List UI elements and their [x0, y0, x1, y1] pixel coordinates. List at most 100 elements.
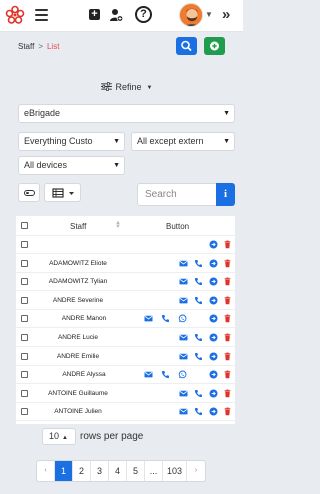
refine-toggle[interactable]: Refine ▼	[18, 78, 235, 96]
page-button-5[interactable]: 5	[127, 461, 145, 481]
exclusion-select[interactable]: All except extern ▼	[131, 132, 235, 151]
page-ellipsis[interactable]: ...	[145, 461, 163, 481]
select-all-checkbox[interactable]	[21, 222, 28, 229]
trash-icon[interactable]	[223, 389, 232, 398]
devices-select[interactable]: All devices ▼	[18, 156, 125, 175]
user-menu[interactable]: ▼	[179, 3, 216, 29]
table-row[interactable]: ANDRE Alyssa	[16, 366, 235, 385]
prev-page-button[interactable]: ‹	[37, 461, 55, 481]
email-icon[interactable]	[179, 389, 188, 398]
next-page-button[interactable]: ›	[187, 461, 205, 481]
add-staff-button[interactable]	[204, 37, 225, 55]
toggle-icon	[24, 190, 35, 196]
page-button-2[interactable]: 2	[73, 461, 91, 481]
phone-icon[interactable]	[194, 333, 203, 342]
open-arrow-icon[interactable]	[209, 240, 218, 249]
expand-icon[interactable]: »	[222, 6, 230, 23]
search-input[interactable]	[137, 183, 217, 206]
table-row[interactable]: ANTOINE Guillaume	[16, 385, 235, 403]
email-icon[interactable]	[179, 296, 188, 305]
phone-icon[interactable]	[194, 389, 203, 398]
staff-name[interactable]: ANDRE Manon	[24, 315, 144, 322]
email-icon[interactable]	[179, 407, 188, 416]
phone-icon[interactable]	[194, 277, 203, 286]
phone-icon[interactable]	[194, 352, 203, 361]
phone-icon[interactable]	[161, 370, 170, 379]
table-row[interactable]: ADAMOWITZ Eliote	[16, 255, 235, 273]
trash-icon[interactable]	[223, 296, 232, 305]
columns-button[interactable]	[44, 183, 81, 202]
page-button-103[interactable]: 103	[163, 461, 188, 481]
phone-icon[interactable]	[194, 259, 203, 268]
refine-label: Refine	[115, 82, 142, 92]
trash-icon[interactable]	[223, 370, 232, 379]
trash-icon[interactable]	[223, 240, 232, 249]
whatsapp-icon[interactable]	[178, 370, 187, 379]
row-checkbox[interactable]	[21, 241, 28, 248]
table-row[interactable]: ADAMOWITZ Tylian	[16, 273, 235, 292]
whatsapp-icon[interactable]	[178, 314, 187, 323]
page-button-4[interactable]: 4	[109, 461, 127, 481]
trash-icon[interactable]	[223, 259, 232, 268]
plus-square-icon[interactable]: +	[89, 9, 100, 20]
hamburger-icon[interactable]	[35, 9, 48, 21]
user-plus-icon[interactable]	[109, 8, 123, 22]
section-select-value: eBrigade	[24, 108, 61, 118]
sort-icon[interactable]: ▲ ▼	[115, 220, 121, 230]
open-arrow-icon[interactable]	[209, 296, 218, 305]
search-button[interactable]	[176, 37, 197, 55]
staff-name[interactable]: ADAMOWITZ Eliote	[18, 260, 138, 267]
trash-icon[interactable]	[223, 277, 232, 286]
staff-name[interactable]: ANDRE Lucie	[18, 334, 138, 341]
trash-icon[interactable]	[223, 333, 232, 342]
phone-icon[interactable]	[161, 314, 170, 323]
section-select[interactable]: eBrigade ▼	[18, 104, 235, 123]
info-button[interactable]: i	[216, 183, 235, 206]
staff-name[interactable]: ANTOINE Julien	[18, 408, 138, 415]
open-arrow-icon[interactable]	[209, 407, 218, 416]
staff-name[interactable]: ADAMOWITZ Tylian	[18, 278, 138, 285]
open-arrow-icon[interactable]	[209, 333, 218, 342]
staff-name[interactable]: ANDRE Alyssa	[24, 371, 144, 378]
open-arrow-icon[interactable]	[209, 277, 218, 286]
table-columns-icon	[52, 188, 74, 198]
column-header-staff[interactable]: Staff	[70, 222, 86, 231]
email-icon[interactable]	[179, 277, 188, 286]
page-button-1[interactable]: 1	[55, 461, 73, 481]
toggle-view-button[interactable]	[18, 183, 40, 202]
table-row[interactable]: ANTOINE Julien	[16, 403, 235, 422]
trash-icon[interactable]	[223, 352, 232, 361]
email-icon[interactable]	[144, 314, 153, 323]
table-row[interactable]: ANDRE Lucie	[16, 329, 235, 347]
trash-icon[interactable]	[223, 314, 232, 323]
trash-icon[interactable]	[223, 407, 232, 416]
chevron-down-icon[interactable]: ▼	[205, 10, 213, 19]
column-header-button: Button	[166, 222, 190, 231]
staff-name[interactable]: ANTOINE Guillaume	[18, 390, 138, 397]
rows-per-page-select[interactable]: 10 ▲	[42, 428, 76, 445]
ebrigade-logo-icon[interactable]	[5, 5, 25, 25]
open-arrow-icon[interactable]	[209, 259, 218, 268]
avatar[interactable]	[179, 3, 203, 27]
staff-name[interactable]: ANDRE Severine	[18, 297, 138, 304]
phone-icon[interactable]	[194, 407, 203, 416]
email-icon[interactable]	[179, 352, 188, 361]
email-icon[interactable]	[144, 370, 153, 379]
open-arrow-icon[interactable]	[209, 352, 218, 361]
page-button-3[interactable]: 3	[91, 461, 109, 481]
scope-select[interactable]: Everything Custo ▼	[18, 132, 125, 151]
table-row[interactable]	[16, 236, 235, 254]
breadcrumb-root[interactable]: Staff	[18, 42, 34, 51]
help-icon[interactable]: ?	[135, 6, 152, 23]
email-icon[interactable]	[179, 333, 188, 342]
open-arrow-icon[interactable]	[209, 370, 218, 379]
table-row[interactable]: ANDRE Emilie	[16, 348, 235, 366]
phone-icon[interactable]	[194, 296, 203, 305]
email-icon[interactable]	[179, 259, 188, 268]
open-arrow-icon[interactable]	[209, 389, 218, 398]
table-row[interactable]: ANDRE Manon	[16, 310, 235, 329]
open-arrow-icon[interactable]	[209, 314, 218, 323]
staff-name[interactable]: ANDRE Emilie	[18, 353, 138, 360]
breadcrumb-separator: >	[38, 42, 43, 51]
table-row[interactable]: ANDRE Severine	[16, 292, 235, 310]
